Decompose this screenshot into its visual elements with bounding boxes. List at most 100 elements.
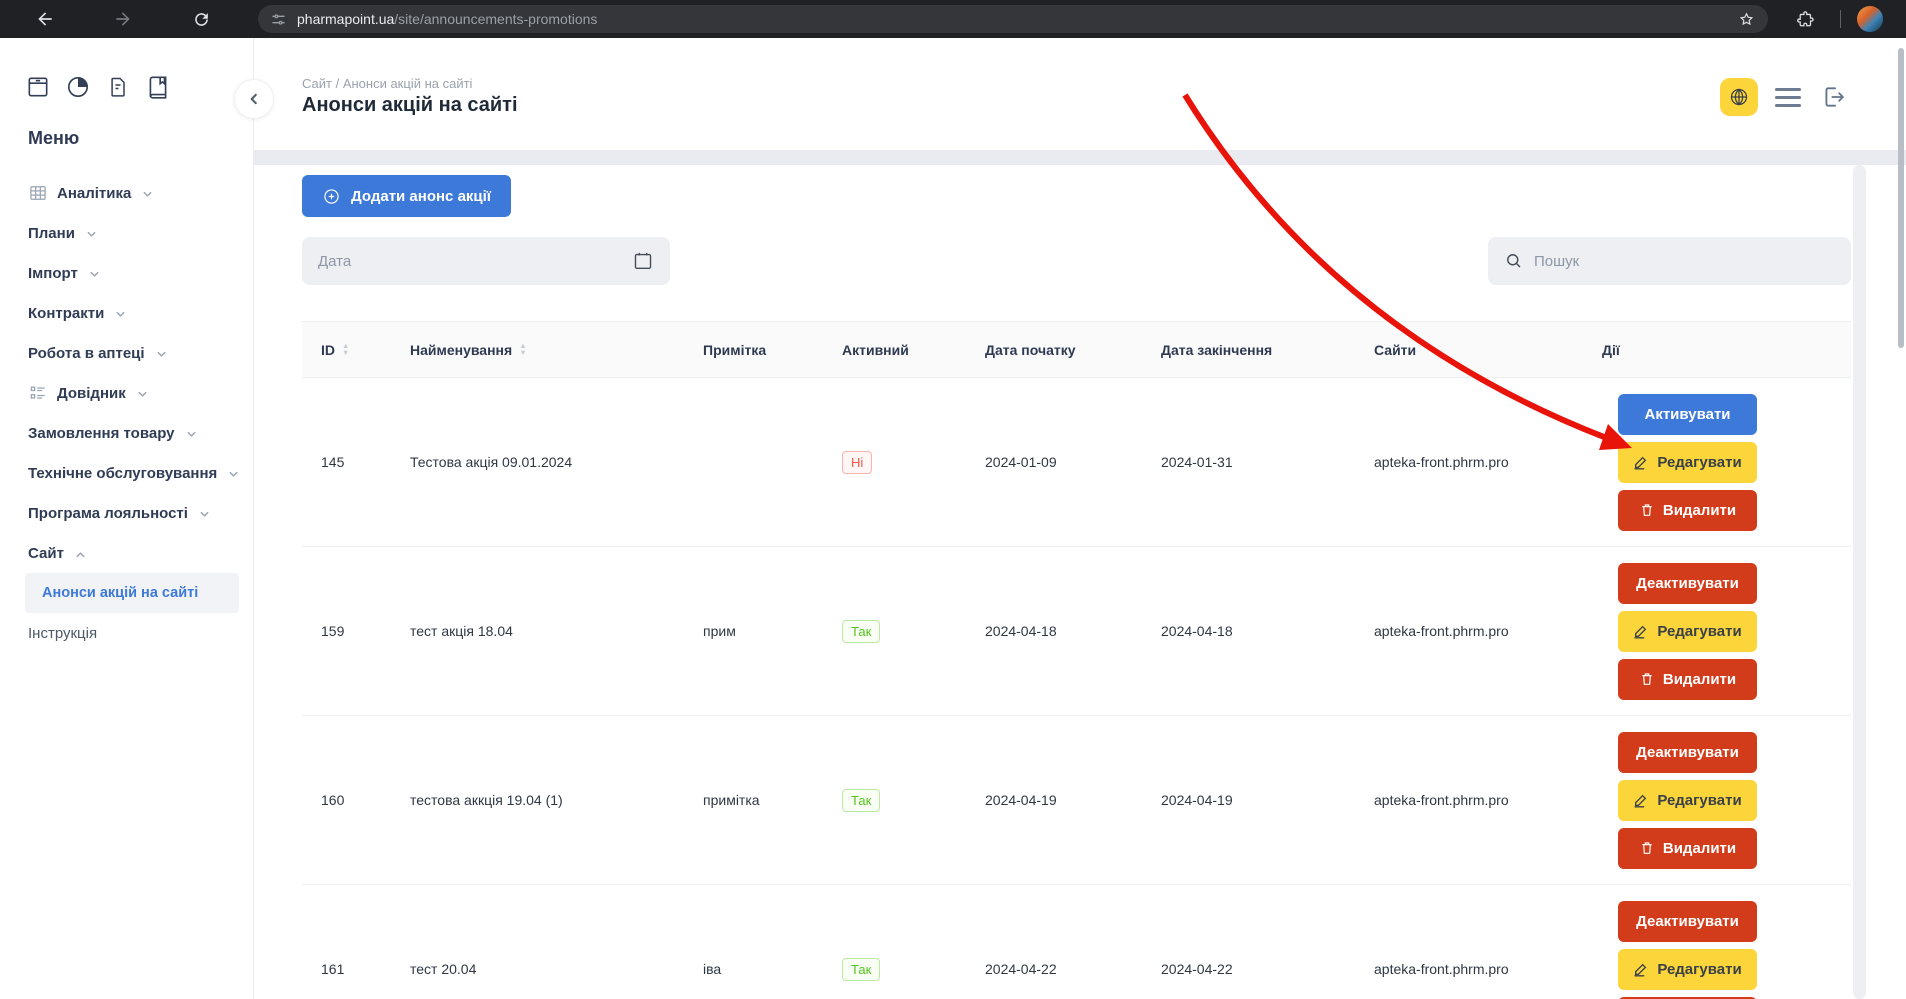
delete-button[interactable]: Видалити [1618, 828, 1757, 869]
chevron-down-icon [137, 389, 148, 400]
sort-icons[interactable]: ▲▼ [342, 343, 349, 356]
sidebar-item-контракти[interactable]: Контракти [0, 293, 253, 333]
logout-icon[interactable] [1818, 81, 1850, 113]
grid-icon [28, 183, 48, 203]
hamburger-menu-icon[interactable] [1771, 84, 1805, 111]
sidebar-subitem-announcements[interactable]: Анонси акцій на сайті [25, 573, 239, 613]
address-bar[interactable]: pharmapoint.ua/site/announcements-promot… [258, 5, 1768, 33]
language-globe-button[interactable] [1720, 78, 1758, 116]
column-label: Дії [1602, 342, 1620, 358]
sidebar-item-імпорт[interactable]: Імпорт [0, 253, 253, 293]
book-icon[interactable] [142, 72, 174, 102]
sidebar: Меню Аналітика Плани ІмпортКонтракти Робота… [0, 38, 254, 999]
date-filter-field[interactable] [302, 237, 670, 285]
sidebar-item-довідник[interactable]: Довідник [0, 373, 253, 413]
browser-forward-button[interactable] [106, 2, 140, 36]
action-button-label: Видалити [1663, 502, 1736, 519]
deactivate-button[interactable]: Деактивувати [1618, 732, 1757, 773]
action-button-label: Деактивувати [1636, 913, 1739, 930]
sidebar-item-замовлення-товару[interactable]: Замовлення товару [0, 413, 253, 453]
sidebar-item-label: Аналітика [57, 185, 131, 202]
cell-date-start: 2024-04-19 [985, 792, 1161, 808]
column-header-дії: Дії [1602, 342, 1851, 358]
chevron-up-icon [75, 549, 86, 560]
url-host: pharmapoint.ua [297, 11, 394, 27]
column-header-id[interactable]: ID▲▼ [321, 342, 410, 358]
browser-profile-avatar[interactable] [1857, 6, 1883, 32]
deactivate-button[interactable]: Деактивувати [1618, 563, 1757, 604]
column-header-найменування[interactable]: Найменування▲▼ [410, 342, 703, 358]
sidebar-menu-title: Меню [28, 128, 253, 149]
action-button-label: Редагувати [1657, 454, 1741, 471]
browser-menu-icon[interactable] [1893, 2, 1906, 36]
cell-note: примітка [703, 792, 842, 808]
sidebar-item-label: Робота в аптеці [28, 345, 145, 362]
chevron-down-icon [89, 269, 100, 280]
cell-active: Ні [842, 451, 985, 474]
active-status-badge: Так [842, 958, 880, 981]
calendar-icon[interactable] [632, 250, 654, 272]
column-header-примітка: Примітка [703, 342, 842, 358]
sidebar-item-instruction[interactable]: Інструкція [0, 613, 253, 653]
cell-date-end: 2024-04-19 [1161, 792, 1374, 808]
sidebar-shortcut-icons [22, 72, 253, 102]
pencil-icon [1633, 961, 1649, 977]
cell-active: Так [842, 620, 985, 643]
sidebar-item-аналітика[interactable]: Аналітика [0, 173, 253, 213]
search-input[interactable] [1534, 253, 1835, 270]
delete-button[interactable]: Видалити [1618, 490, 1757, 531]
row-actions: Деактивувати Редагувати Видалити [1618, 732, 1851, 869]
toolbar-divider [1840, 10, 1841, 28]
cell-date-end: 2024-04-18 [1161, 623, 1374, 639]
site-settings-icon[interactable] [270, 11, 287, 28]
sidebar-item-label: Сайт [28, 545, 64, 562]
column-label: Дата закінчення [1161, 342, 1272, 358]
browser-toolbar: pharmapoint.ua/site/announcements-promot… [0, 0, 1906, 38]
date-filter-input[interactable] [318, 253, 632, 270]
cell-note: прим [703, 623, 842, 639]
window-scrollbar-thumb[interactable] [1898, 48, 1904, 348]
content-scrollbar[interactable] [1853, 165, 1866, 999]
bookmark-star-icon[interactable] [1737, 10, 1756, 29]
sidebar-item-label: Плани [28, 225, 75, 242]
deactivate-button[interactable]: Деактивувати [1618, 901, 1757, 942]
sidebar-item-сайт[interactable]: Сайт [0, 533, 253, 573]
column-label: Активний [842, 342, 909, 358]
cell-date-end: 2024-04-22 [1161, 961, 1374, 977]
edit-button[interactable]: Редагувати [1618, 949, 1757, 990]
action-button-label: Активувати [1644, 406, 1730, 423]
sidebar-collapse-button[interactable] [234, 79, 274, 119]
cell-site: apteka-front.phrm.pro [1374, 623, 1602, 639]
cell-site: apteka-front.phrm.pro [1374, 454, 1602, 470]
sidebar-item-робота-в-аптеці[interactable]: Робота в аптеці [0, 333, 253, 373]
sidebar-item-label: Довідник [57, 385, 126, 402]
cell-site: apteka-front.phrm.pro [1374, 961, 1602, 977]
browser-back-button[interactable] [28, 2, 62, 36]
extensions-icon[interactable] [1788, 2, 1822, 36]
document-icon[interactable] [102, 72, 134, 102]
edit-button[interactable]: Редагувати [1618, 442, 1757, 483]
sidebar-item-технічне-обслуговування[interactable]: Технічне обслуговування [0, 453, 253, 493]
trash-icon [1639, 502, 1655, 518]
edit-button[interactable]: Редагувати [1618, 611, 1757, 652]
pie-chart-icon[interactable] [62, 72, 94, 102]
delete-button[interactable]: Видалити [1618, 659, 1757, 700]
activate-button[interactable]: Активувати [1618, 394, 1757, 435]
archive-box-icon[interactable] [22, 72, 54, 102]
cell-id: 159 [321, 623, 410, 639]
sort-icons[interactable]: ▲▼ [519, 343, 526, 356]
edit-button[interactable]: Редагувати [1618, 780, 1757, 821]
search-field[interactable] [1488, 237, 1851, 285]
sidebar-item-плани[interactable]: Плани [0, 213, 253, 253]
column-label: Дата початку [985, 342, 1076, 358]
add-announcement-button[interactable]: Додати анонс акції [302, 175, 511, 217]
browser-reload-button[interactable] [184, 2, 218, 36]
action-button-label: Редагувати [1657, 792, 1741, 809]
page-header: Сайт / Анонси акцій на сайті Анонси акці… [254, 38, 1906, 150]
active-status-badge: Так [842, 789, 880, 812]
list-icon [28, 383, 48, 403]
action-button-label: Деактивувати [1636, 575, 1739, 592]
announcements-table: ID▲▼Найменування▲▼ПриміткаАктивний Дата п… [302, 321, 1851, 999]
sidebar-item-програма-лояльності[interactable]: Програма лояльності [0, 493, 253, 533]
cell-id: 160 [321, 792, 410, 808]
